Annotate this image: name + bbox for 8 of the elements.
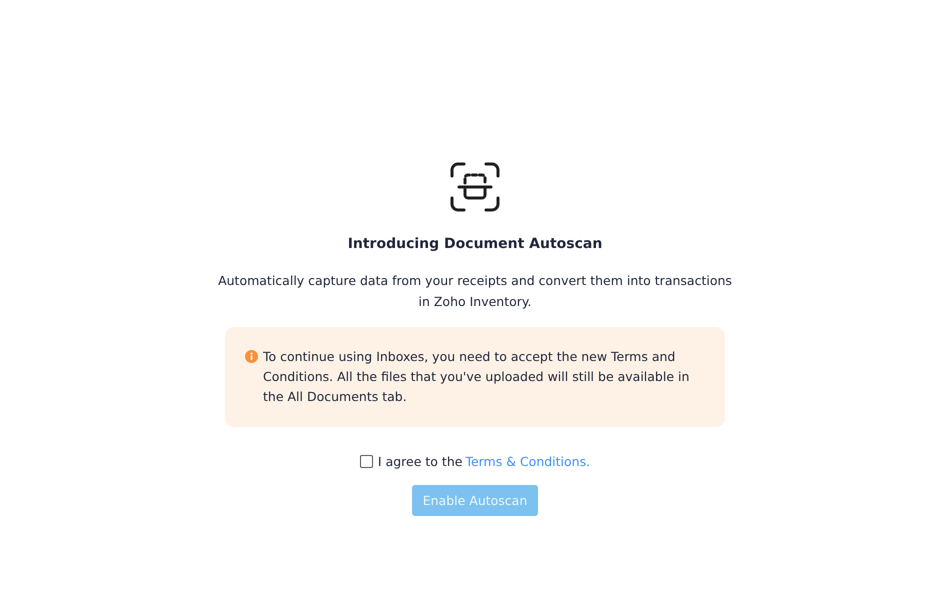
agree-checkbox[interactable] [360,455,373,468]
scan-icon [450,162,500,212]
notice-text: To continue using Inboxes, you need to accept the new Terms and Conditions. All the files that you've uploaded will still be available in the All Documents tab. [263,348,690,406]
agree-label: I agree to the [378,454,462,469]
terms-link[interactable]: Terms & Conditions. [465,454,590,469]
info-icon [245,350,258,363]
description: Automatically capture data from your receipts and convert them into transactions in Zoho Inventory. [217,272,733,311]
page-title: Introducing Document Autoscan [348,235,602,253]
